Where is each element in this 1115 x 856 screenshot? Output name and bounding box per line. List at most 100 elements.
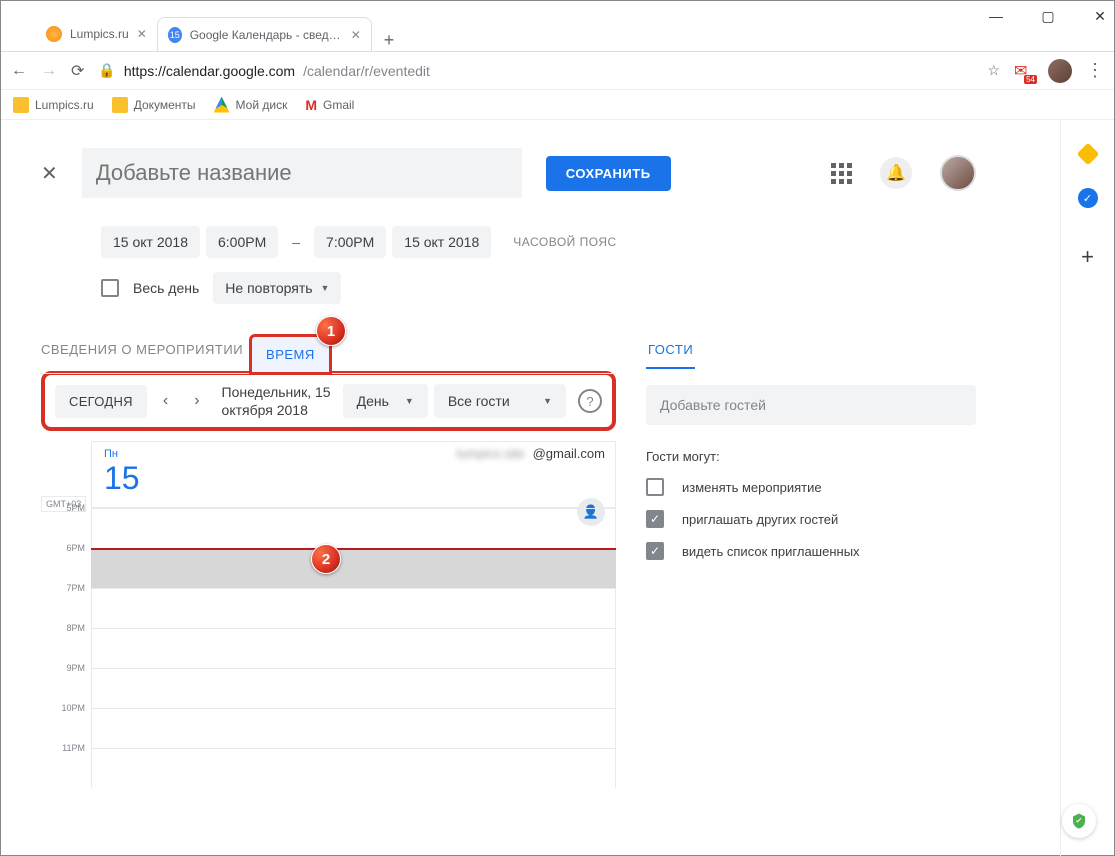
time-label: 9PM <box>41 663 91 703</box>
guests-tab-label: ГОСТИ <box>646 332 695 369</box>
time-label: 10PM <box>41 703 91 743</box>
addons-plus-icon[interactable]: + <box>1081 244 1094 270</box>
bookmark[interactable]: Документы <box>112 97 196 113</box>
browser-tab-active[interactable]: 15 Google Календарь - сведения о ✕ <box>157 17 372 51</box>
gmail-icon: M <box>305 97 317 113</box>
allday-label: Весь день <box>133 280 199 296</box>
url-host: https://calendar.google.com <box>124 63 295 79</box>
view-select[interactable]: День ▼ <box>343 384 428 418</box>
new-tab-button[interactable]: + <box>372 30 407 51</box>
chevron-down-icon: ▼ <box>321 283 330 293</box>
end-date[interactable]: 15 окт 2018 <box>392 226 491 258</box>
guest-filter-label: Все гости <box>448 393 510 409</box>
day-number: 15 <box>104 460 603 497</box>
gmail-extension-icon[interactable]: ✉ 54 <box>1014 61 1034 81</box>
perm-modify-checkbox[interactable] <box>646 478 664 496</box>
event-block[interactable] <box>91 548 616 588</box>
time-slot[interactable] <box>91 708 616 748</box>
chevron-down-icon: ▼ <box>405 396 414 406</box>
bookmark-star-icon[interactable]: ☆ <box>987 62 1000 79</box>
time-label: 6PM <box>41 543 91 583</box>
next-icon[interactable]: › <box>184 386 209 416</box>
time-slot[interactable] <box>91 668 616 708</box>
perm-invite-checkbox[interactable]: ✓ <box>646 510 664 528</box>
save-button[interactable]: СОХРАНИТЬ <box>546 156 671 191</box>
time-slot[interactable] <box>91 748 616 788</box>
event-title-input[interactable] <box>82 148 522 198</box>
event-header: ✕ СОХРАНИТЬ 🔔 <box>41 148 976 198</box>
drive-icon <box>214 97 230 113</box>
time-slot[interactable] <box>91 628 616 668</box>
tab-title: Lumpics.ru <box>70 27 129 41</box>
close-icon[interactable]: ✕ <box>137 27 147 41</box>
side-panel: ✓ + <box>1060 120 1114 856</box>
time-label: 5PM <box>41 503 91 543</box>
lock-icon: 🔒 <box>98 62 115 79</box>
close-icon[interactable]: ✕ <box>41 161 58 186</box>
allday-checkbox[interactable] <box>101 279 119 297</box>
notifications-icon[interactable]: 🔔 <box>880 157 912 189</box>
keep-icon[interactable] <box>1076 143 1099 166</box>
time-slot[interactable] <box>91 588 616 628</box>
minimize-btn[interactable]: — <box>990 10 1002 22</box>
bookmark-label: Gmail <box>323 98 354 112</box>
back-icon[interactable]: ← <box>11 62 27 80</box>
url-path: /calendar/r/eventedit <box>303 63 430 79</box>
apps-icon[interactable] <box>831 163 852 184</box>
shield-icon <box>1070 812 1088 830</box>
time-label: 8PM <box>41 623 91 663</box>
bookmark[interactable]: Мой диск <box>214 97 288 113</box>
end-time[interactable]: 7:00PM <box>314 226 386 258</box>
chevron-down-icon: ▼ <box>543 396 552 406</box>
favicon <box>46 26 62 42</box>
window-titlebar: — ▢ ✕ <box>1 1 1114 16</box>
day-header: Пн 15 lumpics.site@gmail.com 👤 <box>91 441 616 508</box>
time-grid: 5PM 6PM 2 7PM 8PM 9PM 10PM 11PM <box>41 508 616 788</box>
view-label: День <box>357 393 389 409</box>
attendee-domain: @gmail.com <box>533 446 605 461</box>
shield-badge[interactable] <box>1062 804 1096 838</box>
maximize-btn[interactable]: ▢ <box>1042 10 1054 22</box>
time-label: 7PM <box>41 583 91 623</box>
perm-label: видеть список приглашенных <box>682 544 860 559</box>
perm-label: приглашать других гостей <box>682 512 838 527</box>
bookmark[interactable]: Lumpics.ru <box>13 97 94 113</box>
tab-title: Google Календарь - сведения о <box>190 28 343 42</box>
time-slot[interactable] <box>91 508 616 548</box>
account-avatar[interactable] <box>940 155 976 191</box>
guest-filter-select[interactable]: Все гости ▼ <box>434 384 566 418</box>
reload-icon[interactable]: ⟳ <box>71 61 84 81</box>
browser-tab[interactable]: Lumpics.ru ✕ <box>36 17 157 51</box>
close-icon[interactable]: ✕ <box>351 28 361 42</box>
bookmark-label: Мой диск <box>236 98 288 112</box>
prev-icon[interactable]: ‹ <box>153 386 178 416</box>
close-window-btn[interactable]: ✕ <box>1094 10 1106 22</box>
favicon: 15 <box>168 27 182 43</box>
start-date[interactable]: 15 окт 2018 <box>101 226 200 258</box>
today-button[interactable]: СЕГОДНЯ <box>55 385 147 418</box>
tasks-icon[interactable]: ✓ <box>1078 188 1098 208</box>
profile-avatar[interactable] <box>1048 59 1072 83</box>
dash: – <box>284 234 308 250</box>
address-bar[interactable]: 🔒 https://calendar.google.com/calendar/r… <box>98 62 1000 79</box>
options-row: Весь день Не повторять ▼ <box>101 272 976 304</box>
timezone-link[interactable]: ЧАСОВОЙ ПОЯС <box>513 235 616 249</box>
guests-tab[interactable]: ГОСТИ <box>646 332 976 369</box>
tab-details[interactable]: СВЕДЕНИЯ О МЕРОПРИЯТИИ <box>41 332 243 373</box>
attendee-header: lumpics.site @gmail.com <box>457 446 605 461</box>
bookmark-label: Документы <box>134 98 196 112</box>
menu-icon[interactable]: ⋮ <box>1086 60 1104 81</box>
time-label: 11PM <box>41 743 91 783</box>
attendee-blur: lumpics.site <box>457 446 525 461</box>
bookmark[interactable]: M Gmail <box>305 97 354 113</box>
start-time[interactable]: 6:00PM <box>206 226 278 258</box>
forward-icon[interactable]: → <box>41 62 57 80</box>
gmail-badge: 54 <box>1024 75 1037 84</box>
callout-1: 1 <box>316 316 346 346</box>
perm-seelist-checkbox[interactable]: ✓ <box>646 542 664 560</box>
repeat-select[interactable]: Не повторять ▼ <box>213 272 341 304</box>
perms-title: Гости могут: <box>646 449 976 464</box>
help-icon[interactable]: ? <box>578 389 602 413</box>
add-guests-input[interactable]: Добавьте гостей <box>646 385 976 425</box>
folder-icon <box>112 97 128 113</box>
